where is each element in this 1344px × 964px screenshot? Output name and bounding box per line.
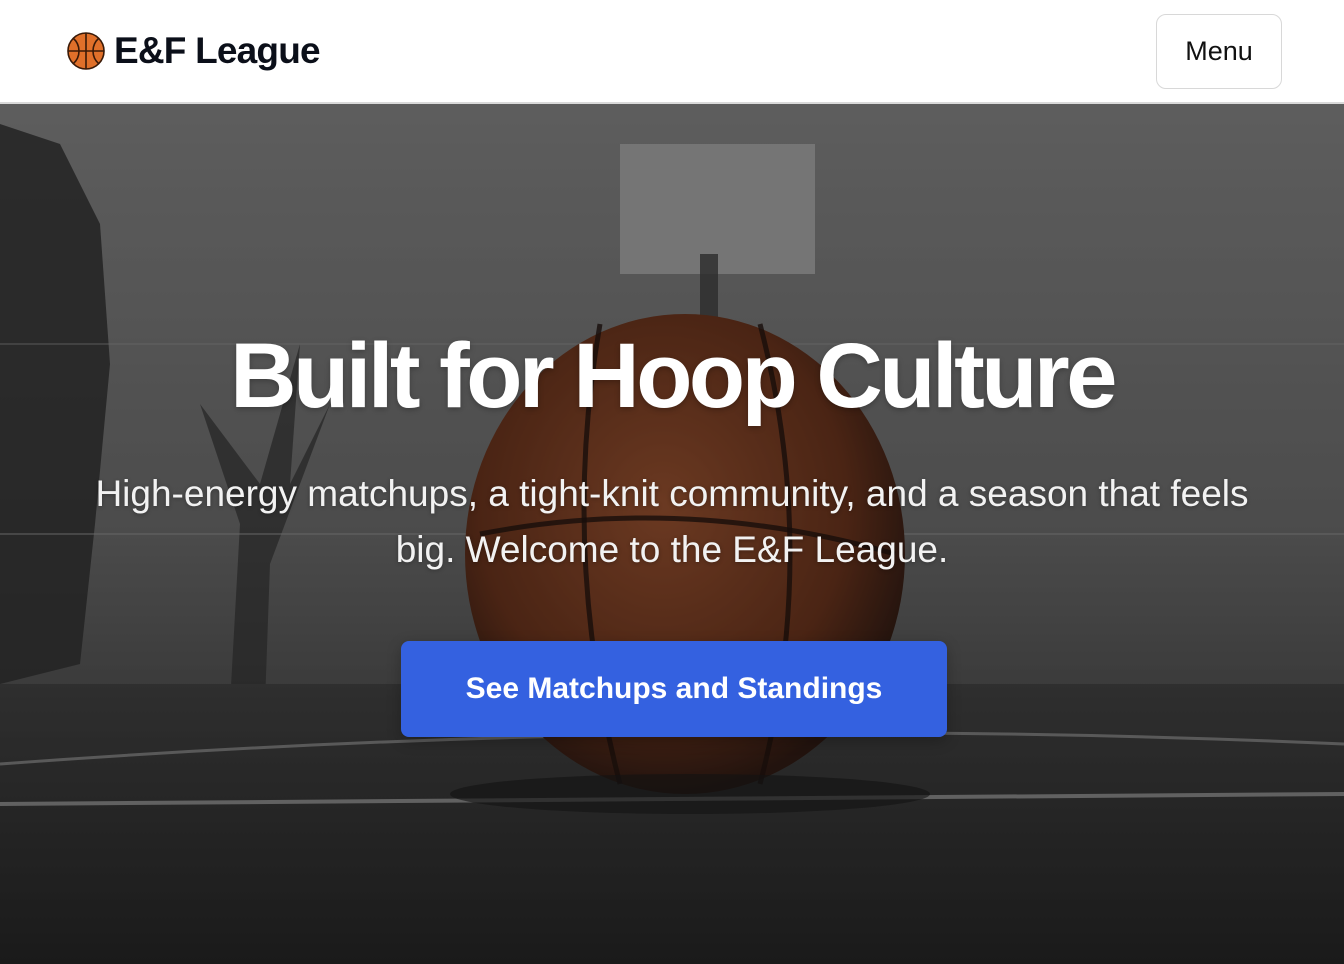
menu-button[interactable]: Menu — [1156, 13, 1282, 89]
hero-subtitle: High-energy matchups, a tight-knit commu… — [95, 473, 1249, 570]
site-header: E&F League Menu — [0, 0, 1344, 104]
brand-logo-link[interactable]: E&F League — [66, 30, 321, 72]
see-matchups-button[interactable]: See Matchups and Standings — [401, 641, 947, 737]
basketball-icon — [67, 32, 105, 70]
brand-name: E&F League — [114, 30, 321, 71]
hero-title: Built for Hoop Culture — [230, 325, 1117, 427]
hero-section: Built for Hoop Culture High-energy match… — [0, 104, 1344, 964]
hero-content: Built for Hoop Culture High-energy match… — [0, 104, 1344, 964]
